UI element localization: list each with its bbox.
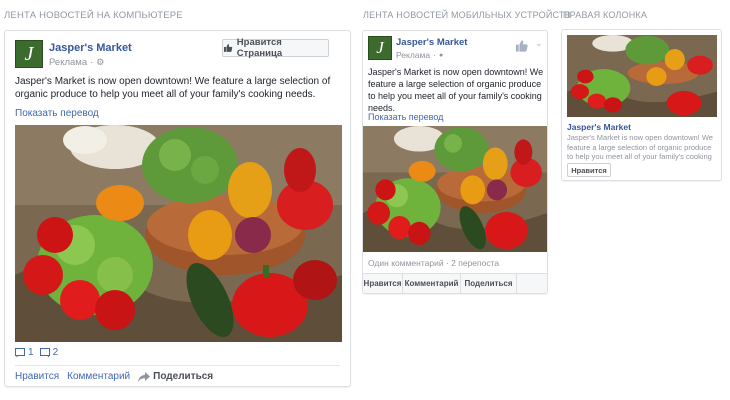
post-text: Jasper's Market is now open downtown! We… <box>15 76 331 100</box>
logo-letter: J <box>376 38 384 57</box>
sponsored-label: Реклама <box>396 50 431 60</box>
translate-link[interactable]: Показать перевод <box>15 108 99 119</box>
comments-count[interactable]: 2 <box>39 347 59 358</box>
vegetables-illustration <box>15 125 342 342</box>
mobile-post-card: J Jasper's Market Реклама · ● ⌄ Jasper's… <box>362 30 548 294</box>
page-logo[interactable]: J <box>15 40 43 68</box>
page-logo[interactable]: J <box>368 36 392 60</box>
section-title-desktop: ЛЕНТА НОВОСТЕЙ НА КОМПЬЮТЕРЕ <box>4 10 183 21</box>
comment-action[interactable]: Комментарий <box>403 274 461 293</box>
post-text: Jasper's Market is now open downtown! We… <box>368 67 544 113</box>
right-column-ad-card: Jasper's Market Jasper's Market is now o… <box>561 29 722 181</box>
thumbs-up-icon[interactable] <box>514 39 529 53</box>
translate-link[interactable]: Показать перевод <box>368 112 443 122</box>
thumbs-up-icon <box>223 44 233 52</box>
share-action[interactable]: Поделиться <box>138 371 213 382</box>
post-counts: 1 2 <box>15 347 58 358</box>
like-page-button[interactable]: Нравится Страница <box>222 37 329 59</box>
sponsored-label: Реклама <box>49 57 88 68</box>
logo-letter: J <box>24 42 34 65</box>
comment-count-icon <box>39 347 50 357</box>
vegetables-illustration <box>363 126 547 252</box>
dot-separator: · <box>90 57 94 68</box>
share-action[interactable]: Поделиться <box>461 274 517 293</box>
ad-image[interactable] <box>567 35 717 117</box>
ad-like-button[interactable]: Нравится <box>567 163 611 177</box>
like-count-icon <box>15 347 25 357</box>
page-name-link[interactable]: Jasper's Market <box>49 42 132 54</box>
gear-icon[interactable]: ⚙ <box>96 57 104 68</box>
section-title-right: ПРАВАЯ КОЛОНКА <box>563 10 648 20</box>
post-image[interactable] <box>15 125 342 342</box>
comments-count-value: 2 <box>52 347 59 358</box>
sponsored-line: Реклама · ⚙ <box>49 57 104 68</box>
like-action[interactable]: Нравится <box>363 274 403 293</box>
sponsored-line: Реклама · ● <box>396 50 443 60</box>
page-name-link[interactable]: Jasper's Market <box>396 37 467 48</box>
mobile-actions-bar: Нравится Комментарий Поделиться <box>363 273 547 293</box>
share-label: Поделиться <box>153 371 214 382</box>
vegetables-illustration <box>567 35 717 117</box>
post-stats[interactable]: Один комментарий · 2 перепоста <box>368 258 499 268</box>
like-page-label: Нравится Страница <box>236 37 283 59</box>
share-arrow-icon <box>138 371 151 382</box>
post-actions: Нравится Комментарий Поделиться <box>15 371 213 382</box>
dot-separator: · <box>433 50 436 60</box>
ad-title-link[interactable]: Jasper's Market <box>567 122 631 132</box>
post-divider <box>15 365 340 366</box>
post-image[interactable] <box>363 126 547 252</box>
globe-icon: ● <box>438 51 444 59</box>
like-action[interactable]: Нравится <box>15 371 59 382</box>
comment-action[interactable]: Комментарий <box>67 371 130 382</box>
chevron-down-icon[interactable]: ⌄ <box>535 38 543 49</box>
likes-count-value: 1 <box>28 347 34 358</box>
section-title-mobile: ЛЕНТА НОВОСТЕЙ МОБИЛЬНЫХ УСТРОЙСТВ <box>363 10 571 20</box>
likes-count[interactable]: 1 <box>15 347 34 358</box>
desktop-post-card: J Jasper's Market Реклама · ⚙ Нравится С… <box>4 30 351 387</box>
